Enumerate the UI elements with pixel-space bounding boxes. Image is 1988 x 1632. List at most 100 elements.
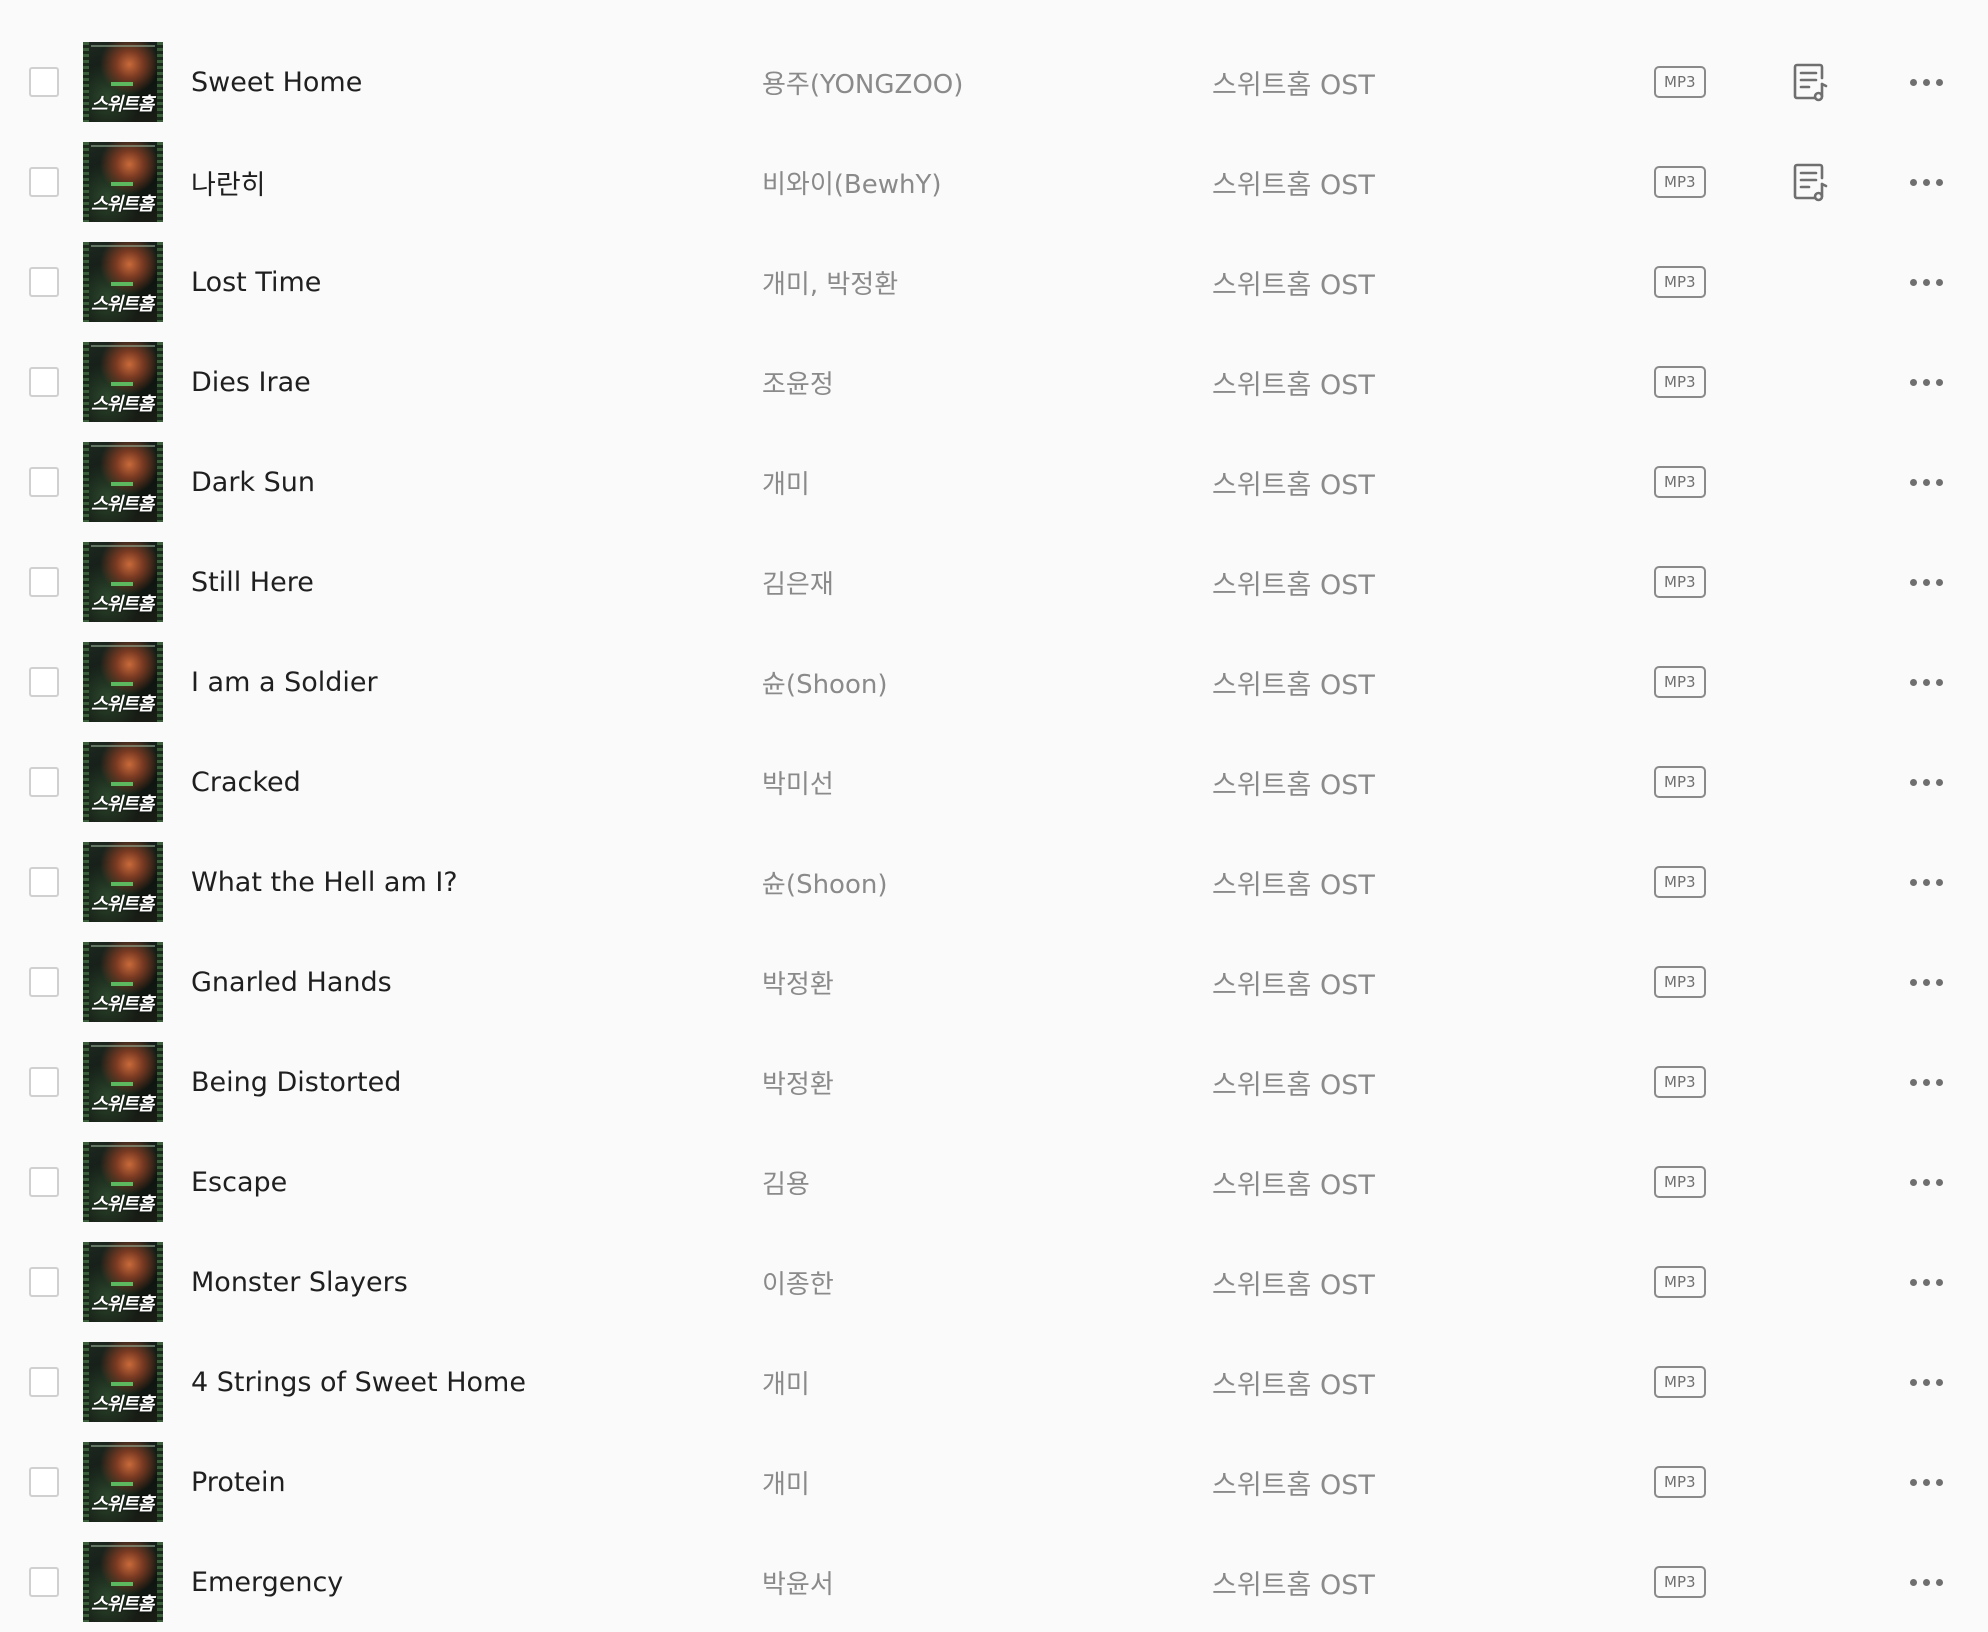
track-artist[interactable]: 용주(YONGZOO)	[762, 64, 963, 101]
album-art-thumbnail[interactable]: 스위트홈	[83, 842, 163, 922]
track-title[interactable]: 나란히	[191, 163, 266, 202]
track-checkbox[interactable]	[29, 467, 59, 497]
more-options-icon[interactable]	[1909, 478, 1943, 486]
track-album[interactable]: 스위트홈 OST	[1212, 1463, 1375, 1502]
track-album[interactable]: 스위트홈 OST	[1212, 1063, 1375, 1102]
track-album[interactable]: 스위트홈 OST	[1212, 1163, 1375, 1202]
track-album[interactable]: 스위트홈 OST	[1212, 263, 1375, 302]
track-checkbox[interactable]	[29, 367, 59, 397]
album-art-thumbnail[interactable]: 스위트홈	[83, 442, 163, 522]
track-album[interactable]: 스위트홈 OST	[1212, 763, 1375, 802]
lyrics-icon[interactable]	[1792, 62, 1828, 102]
more-options-icon[interactable]	[1909, 378, 1943, 386]
track-checkbox[interactable]	[29, 967, 59, 997]
track-artist[interactable]: 박미선	[762, 764, 834, 801]
track-row[interactable]: 스위트홈 Still Here 김은재 스위트홈 OST MP3	[0, 532, 1988, 632]
track-artist[interactable]: 개미	[762, 1364, 810, 1401]
track-artist[interactable]: 박정환	[762, 1064, 834, 1101]
track-artist[interactable]: 이종한	[762, 1264, 834, 1301]
track-row[interactable]: 스위트홈 나란히 비와이(BewhY) 스위트홈 OST MP3	[0, 132, 1988, 232]
more-options-icon[interactable]	[1909, 78, 1943, 86]
track-album[interactable]: 스위트홈 OST	[1212, 463, 1375, 502]
track-title[interactable]: Dark Sun	[191, 467, 315, 498]
track-row[interactable]: 스위트홈 Dark Sun 개미 스위트홈 OST MP3	[0, 432, 1988, 532]
album-art-thumbnail[interactable]: 스위트홈	[83, 142, 163, 222]
more-options-icon[interactable]	[1909, 1278, 1943, 1286]
track-row[interactable]: 스위트홈 What the Hell am I? 슌(Shoon) 스위트홈 O…	[0, 832, 1988, 932]
album-art-thumbnail[interactable]: 스위트홈	[83, 742, 163, 822]
more-options-icon[interactable]	[1909, 778, 1943, 786]
more-options-icon[interactable]	[1909, 1178, 1943, 1186]
more-options-icon[interactable]	[1909, 878, 1943, 886]
album-art-thumbnail[interactable]: 스위트홈	[83, 1442, 163, 1522]
track-checkbox[interactable]	[29, 567, 59, 597]
track-album[interactable]: 스위트홈 OST	[1212, 1363, 1375, 1402]
track-row[interactable]: 스위트홈 Being Distorted 박정환 스위트홈 OST MP3	[0, 1032, 1988, 1132]
track-title[interactable]: Lost Time	[191, 267, 321, 298]
track-title[interactable]: Escape	[191, 1167, 287, 1198]
track-title[interactable]: Dies Irae	[191, 367, 311, 398]
track-checkbox[interactable]	[29, 267, 59, 297]
track-row[interactable]: 스위트홈 Monster Slayers 이종한 스위트홈 OST MP3	[0, 1232, 1988, 1332]
track-row[interactable]: 스위트홈 I am a Soldier 슌(Shoon) 스위트홈 OST MP…	[0, 632, 1988, 732]
more-options-icon[interactable]	[1909, 978, 1943, 986]
track-row[interactable]: 스위트홈 Gnarled Hands 박정환 스위트홈 OST MP3	[0, 932, 1988, 1032]
album-art-thumbnail[interactable]: 스위트홈	[83, 942, 163, 1022]
more-options-icon[interactable]	[1909, 278, 1943, 286]
album-art-thumbnail[interactable]: 스위트홈	[83, 1142, 163, 1222]
album-art-thumbnail[interactable]: 스위트홈	[83, 1542, 163, 1622]
track-row[interactable]: 스위트홈 Sweet Home 용주(YONGZOO) 스위트홈 OST MP3	[0, 32, 1988, 132]
track-artist[interactable]: 김은재	[762, 564, 834, 601]
more-options-icon[interactable]	[1909, 578, 1943, 586]
more-options-icon[interactable]	[1909, 178, 1943, 186]
album-art-thumbnail[interactable]: 스위트홈	[83, 542, 163, 622]
album-art-thumbnail[interactable]: 스위트홈	[83, 1342, 163, 1422]
track-artist[interactable]: 개미	[762, 1464, 810, 1501]
track-row[interactable]: 스위트홈 Escape 김용 스위트홈 OST MP3	[0, 1132, 1988, 1232]
track-checkbox[interactable]	[29, 1467, 59, 1497]
album-art-thumbnail[interactable]: 스위트홈	[83, 1242, 163, 1322]
track-album[interactable]: 스위트홈 OST	[1212, 963, 1375, 1002]
track-artist[interactable]: 박윤서	[762, 1564, 834, 1601]
track-artist[interactable]: 김용	[762, 1164, 810, 1201]
track-album[interactable]: 스위트홈 OST	[1212, 863, 1375, 902]
more-options-icon[interactable]	[1909, 1378, 1943, 1386]
track-album[interactable]: 스위트홈 OST	[1212, 663, 1375, 702]
track-checkbox[interactable]	[29, 1067, 59, 1097]
track-row[interactable]: 스위트홈 Emergency 박윤서 스위트홈 OST MP3	[0, 1532, 1988, 1632]
track-title[interactable]: Still Here	[191, 567, 314, 598]
lyrics-icon[interactable]	[1792, 162, 1828, 202]
more-options-icon[interactable]	[1909, 678, 1943, 686]
track-title[interactable]: Sweet Home	[191, 67, 362, 98]
track-title[interactable]: Cracked	[191, 767, 301, 798]
track-artist[interactable]: 박정환	[762, 964, 834, 1001]
track-album[interactable]: 스위트홈 OST	[1212, 1563, 1375, 1602]
track-row[interactable]: 스위트홈 Protein 개미 스위트홈 OST MP3	[0, 1432, 1988, 1532]
track-checkbox[interactable]	[29, 767, 59, 797]
album-art-thumbnail[interactable]: 스위트홈	[83, 42, 163, 122]
more-options-icon[interactable]	[1909, 1078, 1943, 1086]
track-checkbox[interactable]	[29, 867, 59, 897]
album-art-thumbnail[interactable]: 스위트홈	[83, 1042, 163, 1122]
track-album[interactable]: 스위트홈 OST	[1212, 363, 1375, 402]
track-checkbox[interactable]	[29, 1567, 59, 1597]
track-title[interactable]: Being Distorted	[191, 1067, 401, 1098]
track-checkbox[interactable]	[29, 667, 59, 697]
track-album[interactable]: 스위트홈 OST	[1212, 1263, 1375, 1302]
track-artist[interactable]: 조윤정	[762, 364, 834, 401]
album-art-thumbnail[interactable]: 스위트홈	[83, 642, 163, 722]
track-checkbox[interactable]	[29, 1267, 59, 1297]
track-title[interactable]: Gnarled Hands	[191, 967, 392, 998]
more-options-icon[interactable]	[1909, 1478, 1943, 1486]
track-title[interactable]: 4 Strings of Sweet Home	[191, 1367, 526, 1398]
track-album[interactable]: 스위트홈 OST	[1212, 63, 1375, 102]
track-artist[interactable]: 개미, 박정환	[762, 264, 898, 301]
track-album[interactable]: 스위트홈 OST	[1212, 563, 1375, 602]
track-row[interactable]: 스위트홈 Cracked 박미선 스위트홈 OST MP3	[0, 732, 1988, 832]
track-artist[interactable]: 슌(Shoon)	[762, 864, 887, 901]
track-row[interactable]: 스위트홈 4 Strings of Sweet Home 개미 스위트홈 OST…	[0, 1332, 1988, 1432]
track-album[interactable]: 스위트홈 OST	[1212, 163, 1375, 202]
track-row[interactable]: 스위트홈 Dies Irae 조윤정 스위트홈 OST MP3	[0, 332, 1988, 432]
track-title[interactable]: What the Hell am I?	[191, 867, 458, 898]
track-artist[interactable]: 슌(Shoon)	[762, 664, 887, 701]
